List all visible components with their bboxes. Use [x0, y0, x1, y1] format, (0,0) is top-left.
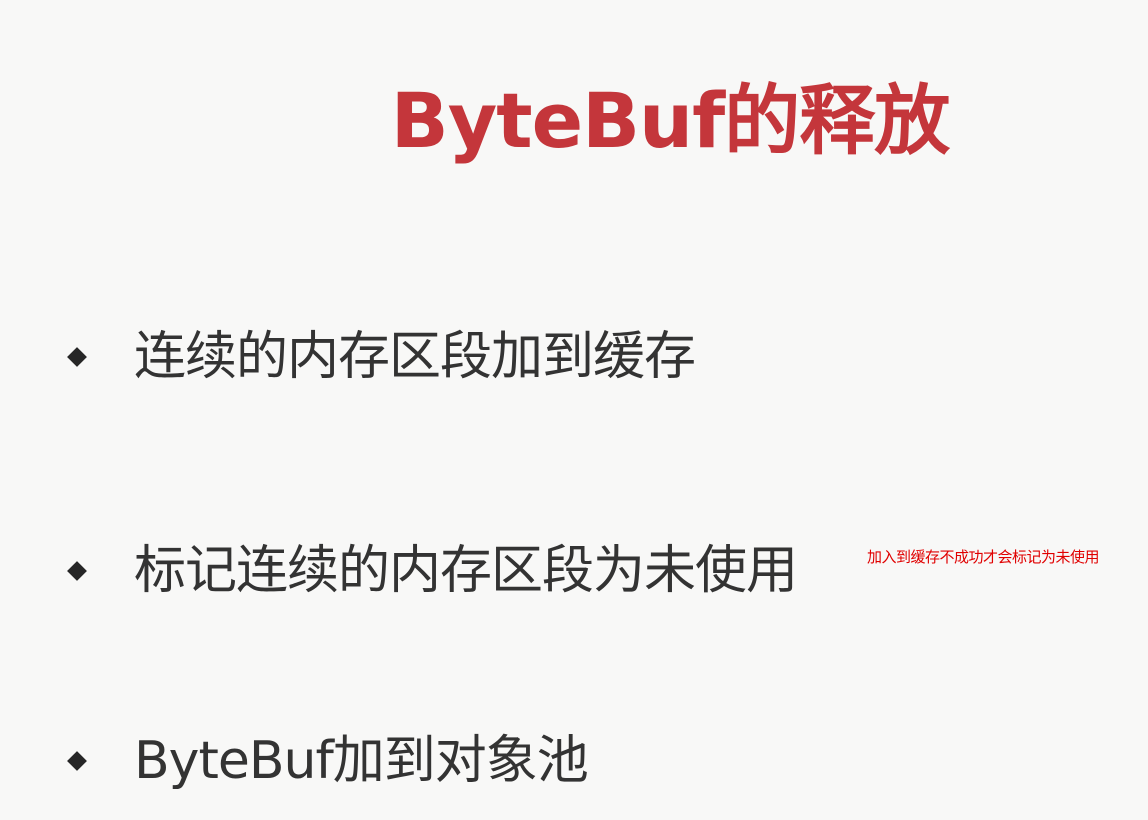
annotation-note: 加入到缓存不成功才会标记为未使用	[867, 548, 1100, 566]
bullet-text: ByteBuf加到对象池	[134, 731, 589, 791]
bullet-item-mark-unused: 标记连续的内存区段为未使用	[67, 536, 798, 606]
bullet-item-object-pool: ByteBuf加到对象池	[67, 726, 589, 796]
bullet-item-cache: 连续的内存区段加到缓存	[67, 322, 696, 392]
slide: ByteBuf的释放 连续的内存区段加到缓存 标记连续的内存区段为未使用 Byt…	[0, 0, 1148, 820]
bullet-text: 标记连续的内存区段为未使用	[134, 541, 798, 601]
diamond-bullet-icon	[67, 347, 87, 367]
diamond-bullet-icon	[67, 751, 87, 771]
slide-title: ByteBuf的释放	[390, 76, 950, 165]
bullet-text: 连续的内存区段加到缓存	[134, 327, 696, 387]
diamond-bullet-icon	[67, 561, 87, 581]
